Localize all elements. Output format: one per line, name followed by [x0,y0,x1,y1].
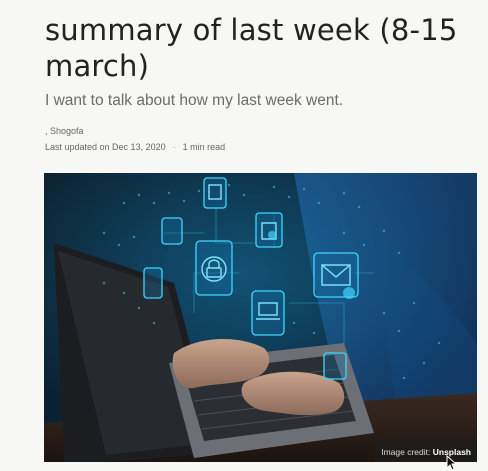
article-meta: Last updated on Dec 13, 2020 · 1 min read [45,142,225,152]
last-updated-date: Last updated on Dec 13, 2020 [45,142,166,152]
laptop-cybersecurity-photo [44,173,477,462]
mouse-pointer-icon [446,455,458,471]
article-subtitle: I want to talk about how my last week we… [45,92,344,109]
author-name[interactable]: , Shogofa [45,126,84,136]
article-page: summary of last week (8-15 march) I want… [0,0,488,471]
read-time: 1 min read [182,142,226,152]
image-credit-label: Image credit: [381,447,431,457]
hero-image: Image credit: Unsplash [44,173,477,462]
image-credit: Image credit: Unsplash [375,442,477,462]
article-title: summary of last week (8-15 march) [45,13,458,83]
author-byline: , Shogofa [45,126,84,136]
meta-separator: · [172,142,176,152]
